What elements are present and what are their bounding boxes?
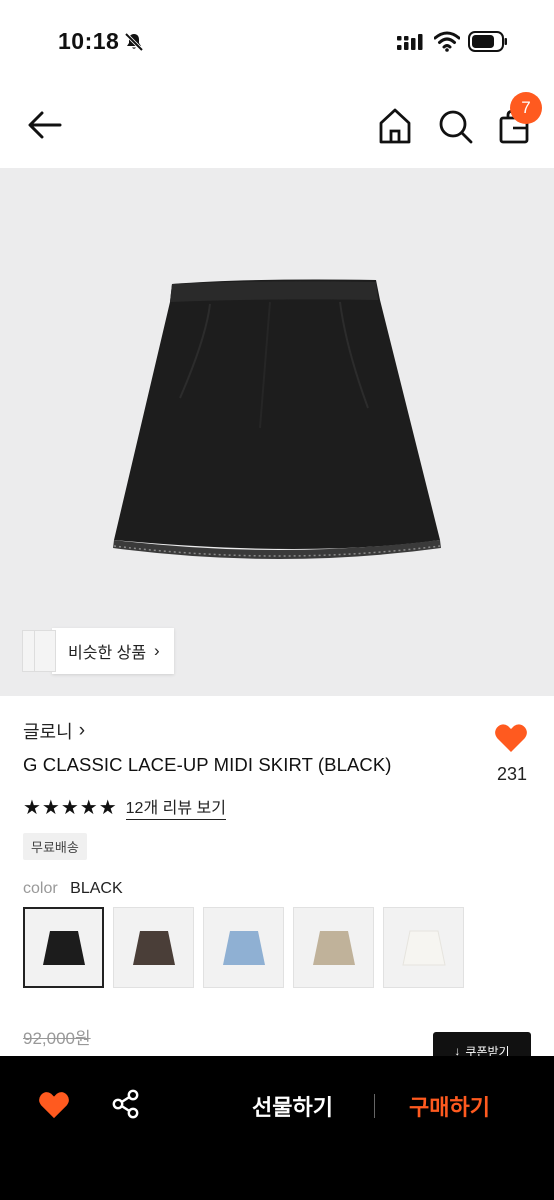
chevron-right-icon: › xyxy=(154,641,160,660)
color-value: BLACK xyxy=(70,880,123,897)
heart-icon[interactable] xyxy=(38,1090,70,1120)
free-shipping-tag: 무료배송 xyxy=(23,833,87,860)
similar-thumbnail xyxy=(34,630,56,672)
status-bar: 10:18 xyxy=(0,0,554,84)
color-swatch-brown[interactable] xyxy=(113,907,194,988)
color-swatch-beige[interactable] xyxy=(293,907,374,988)
color-swatch-black[interactable] xyxy=(23,907,104,988)
search-icon[interactable] xyxy=(436,106,474,146)
product-image[interactable]: 비슷한 상품 › xyxy=(0,168,554,696)
brand-name: 글로니 xyxy=(23,722,73,742)
status-time: 10:18 xyxy=(58,28,120,54)
similar-thumbnails xyxy=(22,628,56,674)
similar-products-label: 비슷한 상품 xyxy=(68,645,147,662)
wifi-icon xyxy=(434,31,460,52)
product-title: G CLASSIC LACE-UP MIDI SKIRT (BLACK) xyxy=(23,754,392,775)
color-swatches xyxy=(23,907,464,988)
original-price: 92,000원 xyxy=(23,1029,91,1048)
review-link[interactable]: 12개 리뷰 보기 xyxy=(125,794,226,820)
skirt-thumbnail xyxy=(401,930,446,965)
cart-count-badge: 7 xyxy=(510,92,542,124)
bottom-action-bar: 선물하기 구매하기 xyxy=(0,1056,554,1200)
chevron-right-icon: › xyxy=(78,720,86,741)
star-rating: ★★★★★ xyxy=(23,796,118,819)
skirt-thumbnail xyxy=(132,930,175,965)
like-count: 231 xyxy=(496,764,528,784)
home-icon[interactable] xyxy=(376,106,414,146)
color-selected: color BLACK xyxy=(23,880,123,898)
bell-muted-icon xyxy=(124,32,144,52)
battery-icon xyxy=(468,31,507,52)
color-swatch-white[interactable] xyxy=(383,907,464,988)
gift-button[interactable]: 선물하기 xyxy=(252,1090,333,1122)
top-navigation: 7 xyxy=(0,84,554,168)
skirt-image xyxy=(113,279,441,559)
skirt-thumbnail xyxy=(312,930,355,965)
share-icon[interactable] xyxy=(111,1089,141,1119)
similar-products[interactable]: 비슷한 상품 › xyxy=(22,628,174,674)
heart-icon[interactable] xyxy=(494,722,528,754)
color-label: color xyxy=(23,880,58,897)
rating-row: ★★★★★ 12개 리뷰 보기 xyxy=(23,794,226,820)
cellular-signal-icon xyxy=(397,34,423,50)
brand-link[interactable]: 글로니 › xyxy=(23,718,85,744)
product-detail-page: 10:18 7 비슷한 상품 › 글로니 › G CLASSIC LACE-UP… xyxy=(0,0,554,1200)
skirt-thumbnail xyxy=(222,930,265,965)
divider xyxy=(374,1094,375,1118)
color-swatch-denim[interactable] xyxy=(203,907,284,988)
back-arrow-icon[interactable] xyxy=(26,106,64,144)
buy-button[interactable]: 구매하기 xyxy=(409,1090,490,1122)
similar-products-button[interactable]: 비슷한 상품 › xyxy=(52,628,174,674)
skirt-thumbnail xyxy=(42,930,85,965)
